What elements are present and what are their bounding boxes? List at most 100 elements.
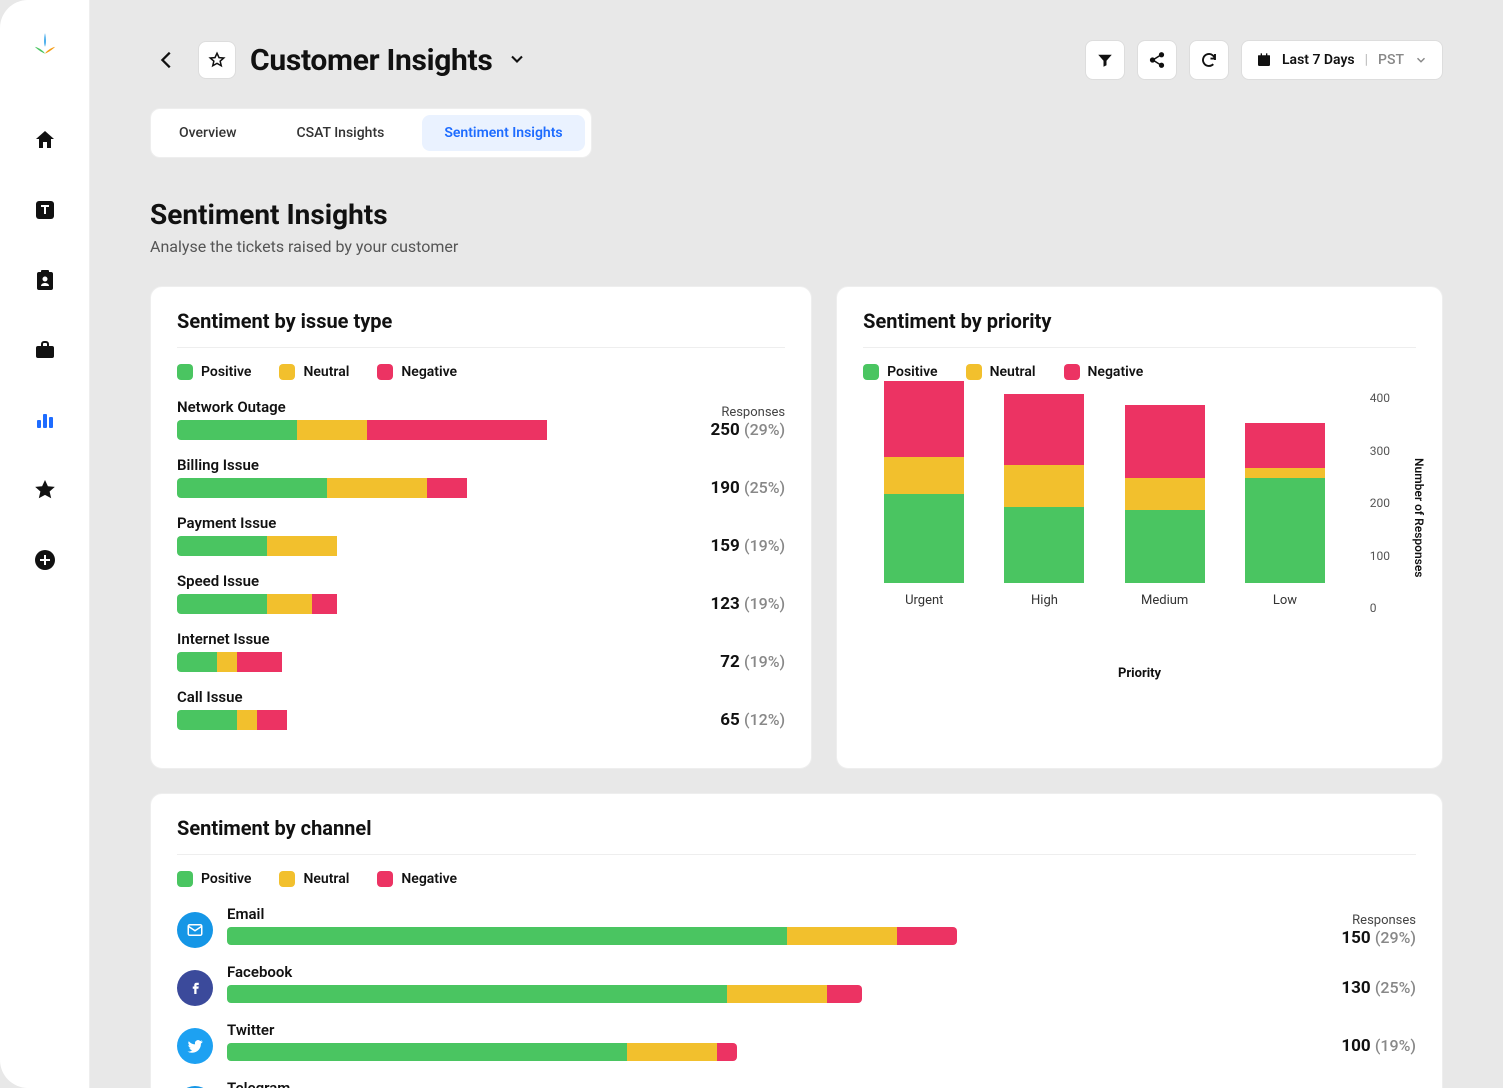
section-subtitle: Analyse the tickets raised by your custo… [150, 237, 1443, 256]
priority-chart: Urgent High Medium Low 4003002001000 Num… [863, 398, 1416, 658]
issue-value: 159 (19%) [711, 536, 786, 556]
sentiment-by-issue-card: Sentiment by issue type Positive Neutral… [150, 286, 812, 769]
priority-bar [884, 381, 964, 583]
date-range-button[interactable]: Last 7 Days | PST [1241, 40, 1443, 80]
priority-bar [1245, 423, 1325, 583]
priority-bar [1125, 405, 1205, 584]
priority-bar-column: Low [1234, 423, 1336, 608]
nav-icons [31, 126, 59, 574]
app-logo[interactable] [28, 28, 62, 66]
legend-neutral: Neutral [966, 364, 1036, 380]
sentiment-by-priority-card: Sentiment by priority Positive Neutral N… [836, 286, 1443, 769]
header-row: Customer Insights Last 7 Days [150, 40, 1443, 80]
app-frame: Customer Insights Last 7 Days [0, 0, 1503, 1088]
sidebar [0, 0, 90, 1088]
priority-bar [1004, 394, 1084, 583]
sentiment-bar [227, 985, 862, 1003]
responses-header: Responses [665, 405, 785, 420]
responses-header: Responses [1296, 913, 1416, 928]
nav-star-icon[interactable] [31, 476, 59, 504]
channel-label: Email [227, 905, 1282, 923]
issue-value: 250 (29%) [711, 420, 786, 440]
date-range-label: Last 7 Days [1282, 52, 1355, 68]
nav-add-icon[interactable] [31, 546, 59, 574]
sentiment-bar [177, 594, 557, 614]
issue-label: Payment Issue [177, 514, 665, 532]
sentiment-by-channel-card: Sentiment by channel Positive Neutral Ne… [150, 793, 1443, 1088]
channel-value: 150 (29%) [1296, 928, 1416, 948]
issue-value: 123 (19%) [711, 594, 786, 614]
refresh-button[interactable] [1189, 40, 1229, 80]
issue-label: Billing Issue [177, 456, 665, 474]
nav-home-icon[interactable] [31, 126, 59, 154]
priority-bar-column: Urgent [873, 381, 975, 608]
issue-label: Internet Issue [177, 630, 665, 648]
issue-row: Network Outage Responses 250 (29%) [177, 398, 785, 450]
card-title-priority: Sentiment by priority [863, 309, 1416, 348]
legend-row-priority: Positive Neutral Negative [863, 364, 1416, 380]
filter-button[interactable] [1085, 40, 1125, 80]
sentiment-bar [177, 420, 557, 440]
tab-csat-insights[interactable]: CSAT Insights [274, 115, 406, 151]
issue-row: Payment Issue 159 (19%) [177, 514, 785, 566]
legend-row: Positive Neutral Negative [177, 364, 785, 380]
x-axis-label: Priority [863, 666, 1416, 681]
back-button[interactable] [150, 43, 184, 77]
issue-row: Speed Issue 123 (19%) [177, 572, 785, 624]
sentiment-bar [177, 710, 557, 730]
issue-value: 190 (25%) [711, 478, 786, 498]
channel-label: Telegram [227, 1079, 1282, 1088]
legend-negative: Negative [377, 364, 457, 380]
issue-label: Call Issue [177, 688, 665, 706]
legend-negative: Negative [1064, 364, 1144, 380]
channel-row: Twitter 100 (19%) [177, 1021, 1416, 1071]
priority-label: Urgent [905, 593, 943, 608]
legend-negative: Negative [377, 871, 457, 887]
nav-briefcase-icon[interactable] [31, 336, 59, 364]
tab-sentiment-insights[interactable]: Sentiment Insights [422, 115, 584, 151]
card-title-channel: Sentiment by channel [177, 816, 1416, 855]
sentiment-bar [227, 1043, 737, 1061]
date-range-divider: | [1365, 52, 1368, 68]
page-title: Customer Insights [250, 43, 493, 78]
channel-value: 130 (25%) [1296, 978, 1416, 998]
nav-text-icon[interactable] [31, 196, 59, 224]
sentiment-bar [177, 652, 557, 672]
legend-row-channel: Positive Neutral Negative [177, 871, 1416, 887]
priority-label: Low [1273, 593, 1297, 608]
issue-row: Call Issue 65 (12%) [177, 688, 785, 740]
priority-label: High [1031, 593, 1058, 608]
issue-label: Speed Issue [177, 572, 665, 590]
legend-neutral: Neutral [279, 871, 349, 887]
channel-label: Twitter [227, 1021, 1282, 1039]
nav-contact-icon[interactable] [31, 266, 59, 294]
tabs: Overview CSAT Insights Sentiment Insights [150, 108, 592, 158]
channel-label: Facebook [227, 963, 1282, 981]
channel-value: 100 (19%) [1296, 1036, 1416, 1056]
twitter-icon [177, 1028, 213, 1064]
sentiment-bar [227, 927, 957, 945]
priority-bar-column: High [993, 394, 1095, 608]
facebook-icon [177, 970, 213, 1006]
email-icon [177, 912, 213, 948]
legend-positive: Positive [177, 871, 251, 887]
issue-label: Network Outage [177, 398, 665, 416]
channel-row: Telegram 65 (12%) [177, 1079, 1416, 1088]
timezone-label: PST [1378, 52, 1404, 68]
issue-row: Internet Issue 72 (19%) [177, 630, 785, 682]
legend-neutral: Neutral [279, 364, 349, 380]
sentiment-bar [177, 478, 557, 498]
favorite-button[interactable] [198, 41, 236, 79]
title-dropdown[interactable] [507, 49, 529, 71]
issue-value: 65 (12%) [720, 710, 785, 730]
priority-label: Medium [1141, 593, 1188, 608]
nav-analytics-icon[interactable] [31, 406, 59, 434]
share-button[interactable] [1137, 40, 1177, 80]
channel-row: Facebook 130 (25%) [177, 963, 1416, 1013]
priority-bar-column: Medium [1114, 405, 1216, 609]
issue-row: Billing Issue 190 (25%) [177, 456, 785, 508]
legend-positive: Positive [863, 364, 937, 380]
legend-positive: Positive [177, 364, 251, 380]
section-title: Sentiment Insights [150, 198, 1443, 231]
tab-overview[interactable]: Overview [157, 115, 258, 151]
